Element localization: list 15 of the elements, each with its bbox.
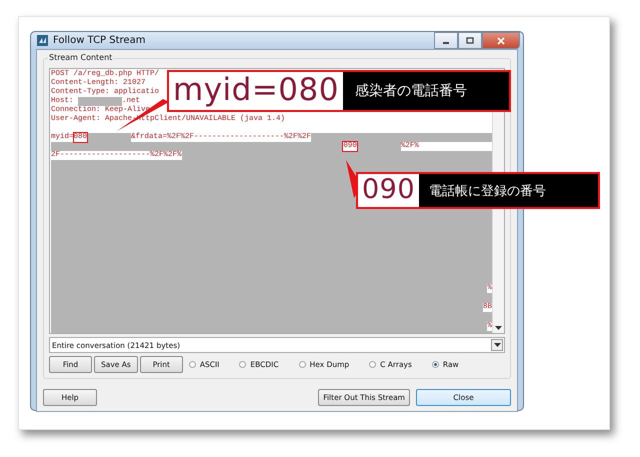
maximize-icon bbox=[466, 37, 474, 44]
close-icon bbox=[497, 36, 505, 44]
shark-fin-icon bbox=[37, 35, 48, 46]
scroll-down-icon[interactable] bbox=[495, 326, 502, 330]
minimize-button[interactable] bbox=[434, 32, 458, 49]
close-button[interactable] bbox=[482, 32, 520, 49]
group-label: Stream Content bbox=[48, 53, 114, 62]
dropdown-icon bbox=[494, 343, 500, 347]
callout-caption: 感染者の電話番号 bbox=[342, 72, 509, 110]
zoomed-number: 090 bbox=[361, 174, 416, 207]
window-title: Follow TCP Stream bbox=[53, 35, 146, 46]
callout-caption: 電話帳に登録の番号 bbox=[419, 174, 598, 207]
redaction-mask bbox=[78, 97, 122, 106]
maximize-button[interactable] bbox=[458, 32, 482, 49]
zoomed-number: myid=080 bbox=[172, 72, 340, 110]
